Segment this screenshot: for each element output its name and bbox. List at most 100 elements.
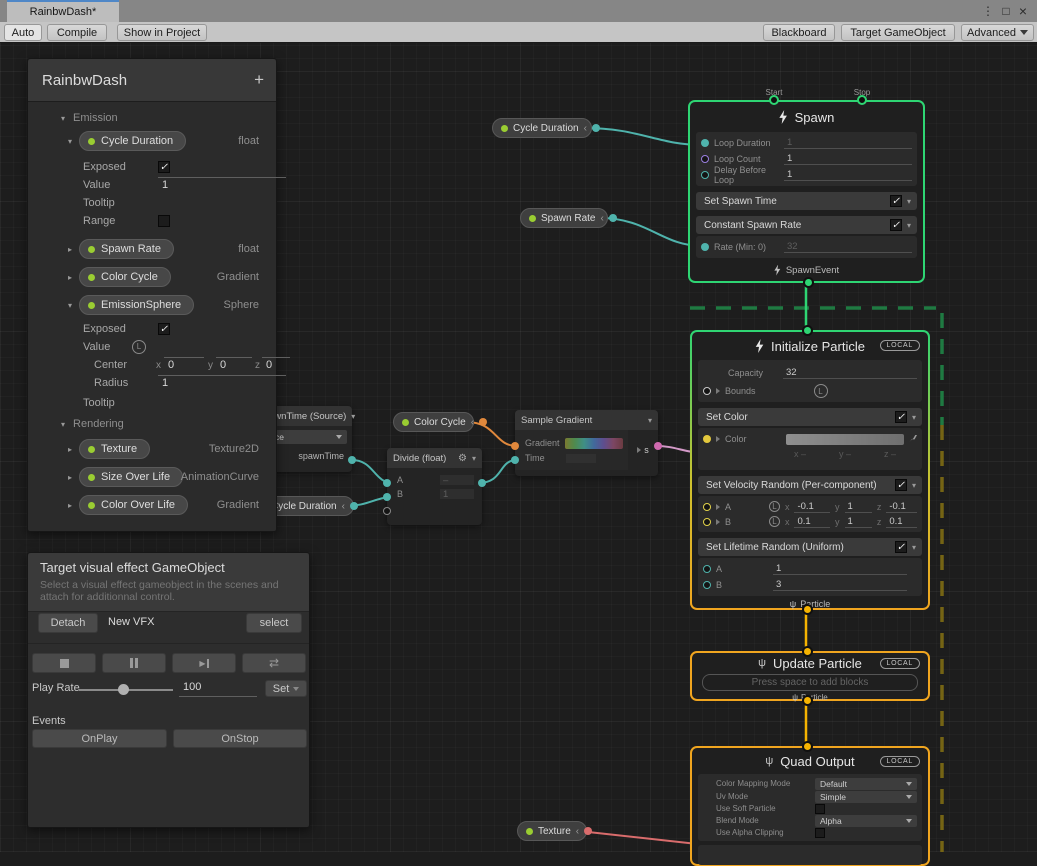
velocity-a-link-icon[interactable]: L xyxy=(769,501,780,512)
loop-count-port[interactable] xyxy=(701,155,709,163)
lifetime-b-port[interactable] xyxy=(703,581,711,589)
divide-a-port[interactable] xyxy=(383,479,391,487)
set-spawn-time-chevron-icon[interactable]: ▾ xyxy=(907,197,911,206)
set-spawn-time-checkbox[interactable]: ✓ xyxy=(890,195,902,207)
velocity-a-y[interactable]: 1 xyxy=(845,501,872,513)
loop-count-field[interactable]: 1 xyxy=(784,153,912,165)
param-row-size-over-life[interactable]: ▸ Size Over Life AnimationCurve xyxy=(28,467,276,487)
bounds-port[interactable] xyxy=(703,387,711,395)
lifetime-a-port[interactable] xyxy=(703,565,711,573)
param-pill[interactable]: Size Over Life xyxy=(79,467,183,487)
stop-port[interactable] xyxy=(857,95,867,105)
divide-node[interactable]: Divide (float) ⚙ ▾ A – B 1 xyxy=(387,448,482,525)
quad-output-node[interactable]: ψ Quad Output LOCAL Color Mapping Mode D… xyxy=(690,746,930,866)
set-velocity-chevron-icon[interactable]: ▾ xyxy=(912,481,916,490)
update-in-dot[interactable] xyxy=(802,646,813,657)
delay-before-loop-field[interactable]: 1 xyxy=(784,169,912,181)
param-row-color-over-life[interactable]: ▸ Color Over Life Gradient xyxy=(28,495,276,515)
output-expander-icon[interactable] xyxy=(637,447,641,453)
pill-output-port[interactable] xyxy=(479,418,487,426)
time-field[interactable] xyxy=(566,454,596,463)
velocity-a-expander-icon[interactable] xyxy=(716,504,720,510)
param-chevron-icon[interactable]: ▸ xyxy=(68,273,72,282)
spawntime-output-port[interactable] xyxy=(348,456,356,464)
set-lifetime-block[interactable]: Set Lifetime Random (Uniform) ✓ ▾ xyxy=(698,538,922,556)
set-color-block[interactable]: Set Color ✓ ▾ xyxy=(698,408,922,426)
start-port[interactable] xyxy=(769,95,779,105)
param-pill[interactable]: Spawn Rate xyxy=(79,239,174,259)
time-input-port[interactable] xyxy=(511,456,519,464)
capacity-field[interactable]: 32 xyxy=(783,367,917,379)
constant-spawn-rate-block[interactable]: Constant Spawn Rate ✓ ▾ xyxy=(696,216,917,234)
initialize-particle-node[interactable]: Initialize Particle LOCAL Capacity 32 Bo… xyxy=(690,330,930,610)
radius-field[interactable]: 1 xyxy=(158,375,286,391)
set-spawn-time-block[interactable]: Set Spawn Time ✓ ▾ xyxy=(696,192,917,210)
param-pill[interactable]: Cycle Duration xyxy=(79,131,186,151)
rate-field[interactable]: 32 xyxy=(784,241,912,253)
pill-output-port[interactable] xyxy=(609,214,617,222)
param-pill[interactable]: EmissionSphere xyxy=(79,295,194,315)
sample-gradient-output-port[interactable] xyxy=(654,442,662,450)
section-chevron-icon[interactable]: ▾ xyxy=(61,420,65,429)
set-color-checkbox[interactable]: ✓ xyxy=(895,411,907,423)
sample-gradient-node[interactable]: Sample Gradient ▾ Gradient Time s xyxy=(515,410,658,476)
pause-button[interactable] xyxy=(102,653,166,673)
color-expander-icon[interactable] xyxy=(716,436,720,442)
param-chevron-icon[interactable]: ▸ xyxy=(68,473,72,482)
velocity-a-port[interactable] xyxy=(703,503,711,511)
tab-rainbwdash[interactable]: RainbwDash* xyxy=(7,0,119,22)
param-chevron-icon[interactable]: ▸ xyxy=(68,445,72,454)
maximize-icon[interactable]: □ xyxy=(999,3,1013,19)
pill-cycle-duration[interactable]: Cycle Duration ‹ xyxy=(492,118,592,138)
pill-output-port[interactable] xyxy=(592,124,600,132)
pill-spawn-rate[interactable]: Spawn Rate ‹ xyxy=(520,208,608,228)
velocity-a-z[interactable]: -0.1 xyxy=(886,501,917,513)
value-field[interactable]: 1 xyxy=(158,177,286,193)
velocity-a-x[interactable]: -0.1 xyxy=(794,501,830,513)
divide-a-field[interactable]: – xyxy=(440,475,474,485)
play-rate-value-field[interactable]: 100 xyxy=(179,681,257,697)
divide-b-port[interactable] xyxy=(383,493,391,501)
center-z-field[interactable]: 0 xyxy=(262,357,290,373)
pill-collapse-icon[interactable]: ‹ xyxy=(600,213,603,224)
section-chevron-icon[interactable]: ▾ xyxy=(61,114,65,123)
velocity-b-x[interactable]: 0.1 xyxy=(794,516,830,528)
velocity-b-expander-icon[interactable] xyxy=(716,519,720,525)
compile-button[interactable]: Compile xyxy=(47,24,107,41)
lifetime-b-field[interactable]: 3 xyxy=(773,579,907,591)
blackboard-toggle-button[interactable]: Blackboard xyxy=(763,24,835,41)
collapse-chevron-icon[interactable]: ▾ xyxy=(351,412,355,421)
soft-particle-checkbox[interactable] xyxy=(815,804,825,814)
bounds-link-icon[interactable]: L xyxy=(814,384,828,398)
set-lifetime-checkbox[interactable]: ✓ xyxy=(895,541,907,553)
add-parameter-button[interactable]: + xyxy=(254,70,264,90)
uv-mode-dropdown[interactable]: Simple xyxy=(815,791,917,803)
divide-add-port[interactable] xyxy=(383,507,391,515)
color-mapping-dropdown[interactable]: Default xyxy=(815,778,917,790)
onplay-button[interactable]: OnPlay xyxy=(32,729,167,748)
velocity-b-z[interactable]: 0.1 xyxy=(886,516,917,528)
section-rendering[interactable]: ▾ Rendering xyxy=(28,417,276,431)
set-button[interactable]: Set xyxy=(265,680,307,697)
auto-button[interactable]: Auto xyxy=(4,24,42,41)
param-chevron-icon[interactable]: ▾ xyxy=(68,301,72,310)
stop-button[interactable] xyxy=(32,653,96,673)
select-button[interactable]: select xyxy=(246,613,302,633)
target-gameobject-toggle-button[interactable]: Target GameObject xyxy=(841,24,955,41)
exposed-checkbox[interactable]: ✓ xyxy=(158,323,170,335)
gradient-preview-swatch[interactable] xyxy=(565,438,623,449)
rate-port[interactable] xyxy=(701,243,709,251)
update-particle-node[interactable]: ψ Update Particle LOCAL Press space to a… xyxy=(690,651,930,701)
pill-color-cycle[interactable]: Color Cycle ‹ xyxy=(393,412,474,432)
param-row-spawn-rate[interactable]: ▸ Spawn Rate float xyxy=(28,239,276,259)
param-pill[interactable]: Color Cycle xyxy=(79,267,171,287)
update-out-dot[interactable] xyxy=(802,695,813,706)
alpha-clipping-checkbox[interactable] xyxy=(815,828,825,838)
detach-button[interactable]: Detach xyxy=(38,613,98,633)
param-row-texture[interactable]: ▸ Texture Texture2D xyxy=(28,439,276,459)
pill-collapse-icon[interactable]: ‹ xyxy=(584,123,587,134)
pill-output-port[interactable] xyxy=(350,502,358,510)
set-velocity-block[interactable]: Set Velocity Random (Per-component) ✓ ▾ xyxy=(698,476,922,494)
center-x-field[interactable]: 0 xyxy=(164,357,204,373)
spawn-node[interactable]: Start Stop Spawn Loop Duration 1 Loop Co… xyxy=(688,100,925,283)
